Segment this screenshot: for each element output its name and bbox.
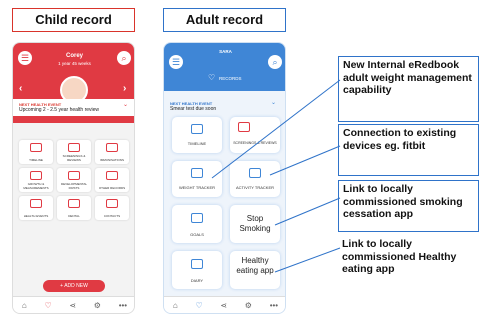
weight-callout-line: [211, 79, 341, 179]
smoking-callout-line: [274, 197, 341, 226]
fitbit-callout-line: [269, 145, 341, 176]
healthy-callout-line: [274, 247, 341, 273]
callout-smoking: Link to locally commissioned smoking ces…: [338, 180, 479, 232]
callout-fitbit: Connection to existing devices eg. fitbi…: [338, 124, 479, 176]
callout-healthy-eating: Link to locally commissioned Healthy eat…: [342, 238, 457, 275]
callout-weight-management: New Internal eRedbook adult weight manag…: [338, 56, 479, 122]
